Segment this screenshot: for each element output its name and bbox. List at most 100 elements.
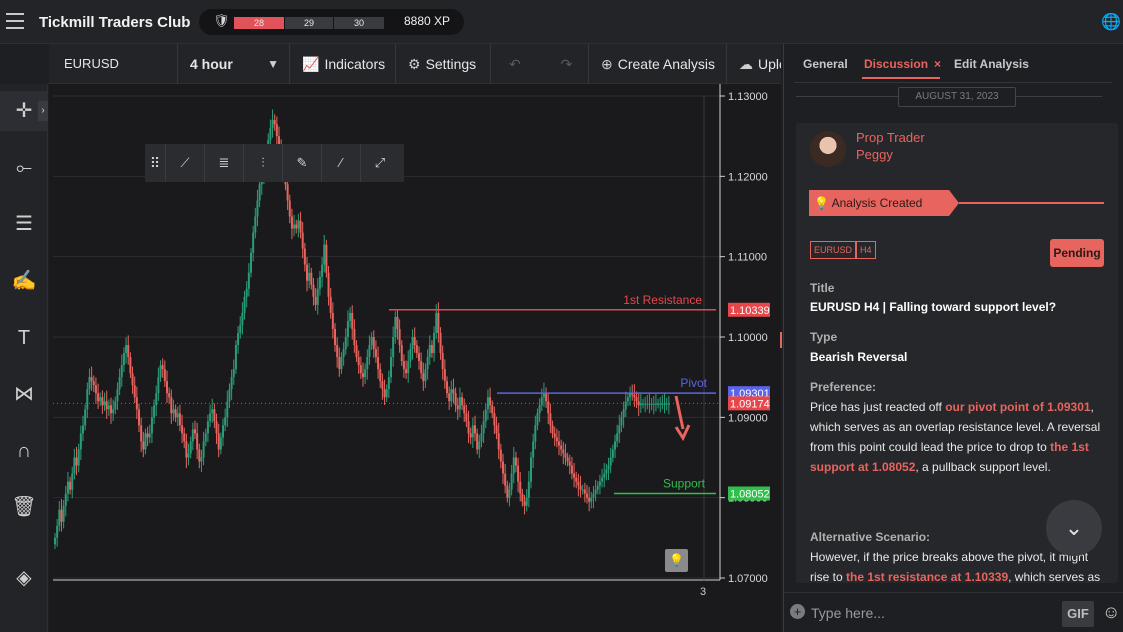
pattern-icon[interactable]: ⋈ [0, 374, 48, 414]
redo-icon[interactable]: ↷ [561, 56, 573, 72]
candle-body [299, 220, 302, 233]
alt-part-2: , which serves as [1008, 570, 1101, 583]
magnet-icon[interactable]: ∩ [0, 431, 48, 471]
lightbulb-icon[interactable]: 💡 [665, 549, 688, 572]
candle-body [499, 449, 502, 462]
candle-body [155, 393, 158, 406]
alt-highlight-resistance: the 1st resistance at 1.10339 [846, 570, 1009, 583]
candle-body [226, 401, 229, 418]
undo-icon[interactable]: ↶ [509, 56, 521, 72]
extended-line-icon[interactable]: ⤢ [360, 144, 399, 182]
channel-icon[interactable]: ⫶ [243, 144, 282, 182]
candle-body [545, 393, 548, 402]
xp-progress: 🛡 28 29 30 8880 XP [199, 9, 464, 35]
symbol-selector[interactable]: EURUSD [49, 44, 178, 84]
author-name[interactable]: Peggy [856, 147, 893, 162]
trash-icon[interactable]: 🗑 [0, 487, 48, 527]
candle-body [176, 413, 179, 418]
crosshair-icon[interactable]: ✛ › [0, 91, 48, 131]
grip-icon[interactable]: ⠿ [145, 144, 165, 182]
trend-line-icon[interactable]: ⟋ [165, 144, 204, 182]
settings-label: Settings [425, 56, 477, 72]
tab-general[interactable]: General [803, 57, 848, 71]
ray-icon[interactable]: ⁄ [321, 144, 360, 182]
candle-body [346, 320, 349, 337]
candle-body [73, 457, 76, 474]
top-bar: Tickmill Traders Club 🛡 28 29 30 8880 XP… [0, 0, 1123, 44]
candle-body [639, 403, 642, 406]
candle-body [458, 397, 461, 410]
message-composer: + GIF ☺ [784, 592, 1123, 632]
candle-body [611, 449, 614, 458]
fib-retracement-icon[interactable]: ≣ [204, 144, 243, 182]
candle-body [596, 485, 599, 490]
gif-button[interactable]: GIF [1062, 601, 1094, 627]
message-input[interactable] [811, 601, 1051, 625]
candle-body [90, 377, 93, 382]
fib-icon[interactable]: ☰ [0, 204, 48, 244]
level-price-label: 1.08052 [730, 488, 770, 500]
candle-body [112, 409, 115, 414]
candle-body [452, 389, 455, 394]
candle-body [64, 493, 67, 506]
emoji-icon[interactable]: ☺ [1102, 602, 1120, 623]
candle-body [642, 403, 644, 405]
layers-icon[interactable]: ◈ [0, 558, 48, 598]
candle-body [146, 433, 149, 438]
upload-button[interactable]: ☁ Upload [727, 44, 781, 84]
indicators-button[interactable]: 📈 Indicators [290, 44, 396, 84]
candle-body [525, 497, 528, 506]
candle-body [288, 200, 291, 217]
timeframe-label: 4 hour [190, 56, 233, 72]
candle-body [99, 397, 102, 402]
candle-body [306, 264, 308, 281]
candle-body [418, 353, 420, 362]
candle-body [441, 353, 444, 370]
price-chart[interactable]: 1.13000 1.12000 1.11000 1.10000 1.09000 1.080… [49, 84, 781, 632]
brush-icon[interactable]: ✍ [0, 261, 48, 301]
price-label: 1.07000 [728, 573, 768, 585]
brush-icon[interactable]: ✎ [282, 144, 321, 182]
hamburger-icon[interactable] [6, 13, 24, 29]
settings-button[interactable]: ⚙ Settings [396, 44, 491, 84]
timeframe-selector[interactable]: 4 hour ▼ [178, 44, 290, 84]
candle-body [101, 397, 104, 406]
chevron-right-icon[interactable]: › [38, 101, 48, 121]
pref-part-3: , a pullback support level. [915, 460, 1051, 474]
line-icon[interactable]: ⟜ [0, 148, 48, 188]
candle-body [420, 361, 423, 374]
candle-body [372, 337, 375, 350]
create-analysis-button[interactable]: ⊕ Create Analysis [589, 44, 727, 84]
candle-body [616, 433, 619, 442]
text-icon[interactable]: T [0, 318, 48, 358]
avatar[interactable] [810, 131, 846, 167]
candle-body [247, 272, 250, 289]
plus-circle-icon: ⊕ [601, 56, 613, 72]
tab-discussion[interactable]: Discussion × [864, 57, 941, 71]
add-attachment-icon[interactable]: + [790, 604, 805, 619]
candle-body [209, 413, 212, 422]
candle-body [252, 232, 255, 253]
scroll-down-button[interactable]: ⌄ [1046, 500, 1102, 556]
candle-body [127, 345, 130, 358]
candle-body [491, 405, 494, 414]
candle-body [428, 345, 431, 358]
candle-body [368, 345, 371, 358]
close-icon[interactable]: × [934, 57, 941, 71]
candle-body [560, 445, 563, 450]
globe-icon[interactable]: 🌐 [1101, 12, 1121, 32]
symbol-tag: EURUSD [810, 241, 857, 259]
candle-body [183, 433, 186, 442]
candle-body [321, 264, 324, 277]
ribbon-label: 💡 Analysis Created [814, 196, 922, 210]
candle-body [82, 425, 84, 434]
candle-body [258, 184, 261, 201]
tab-edit-analysis[interactable]: Edit Analysis [954, 57, 1029, 71]
candle-body [120, 365, 123, 378]
candle-body [635, 397, 638, 402]
candle-body [530, 457, 532, 482]
candle-body [374, 349, 377, 358]
candle-body [107, 405, 110, 410]
candle-body [191, 429, 194, 442]
candle-body [237, 332, 240, 346]
